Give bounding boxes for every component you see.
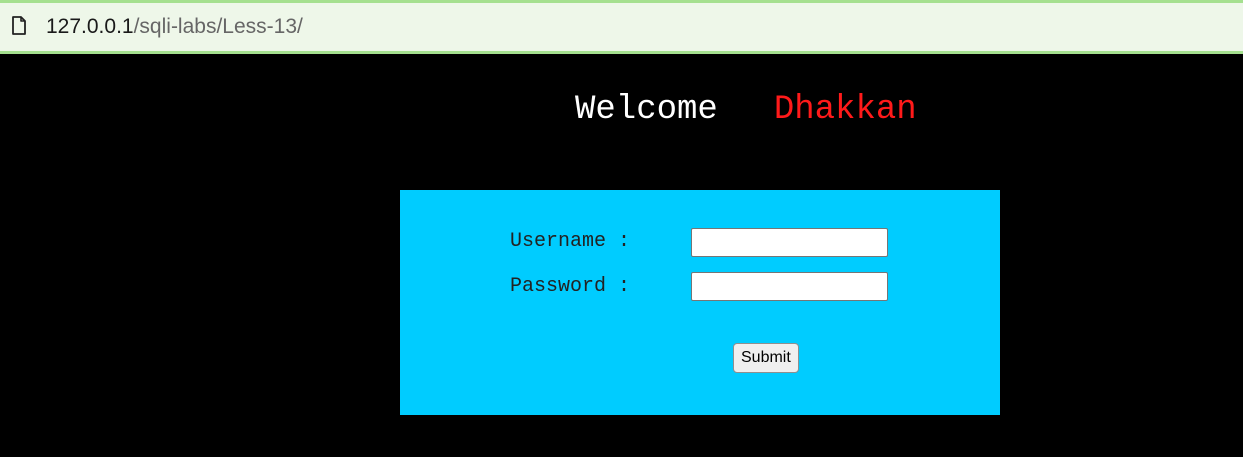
username-label: Username : [510, 230, 631, 253]
welcome-text: Welcome [575, 91, 718, 129]
address-bar[interactable]: 127.0.0.1/sqli-labs/Less-13/ [0, 0, 1243, 54]
login-form: Username : Password : Submit [400, 190, 1000, 415]
password-label: Password : [510, 275, 631, 298]
url-text[interactable]: 127.0.0.1/sqli-labs/Less-13/ [46, 15, 303, 39]
url-host: 127.0.0.1 [46, 15, 134, 38]
welcome-name: Dhakkan [773, 91, 917, 129]
welcome-heading: Welcome Dhakkan [575, 90, 917, 130]
password-input[interactable] [691, 272, 888, 301]
url-path: /sqli-labs/Less-13/ [133, 15, 303, 38]
username-input[interactable] [691, 228, 888, 257]
submit-button[interactable]: Submit [733, 343, 799, 373]
document-icon [12, 16, 26, 35]
page-content: Welcome Dhakkan Username : Password : Sub… [0, 54, 1243, 457]
